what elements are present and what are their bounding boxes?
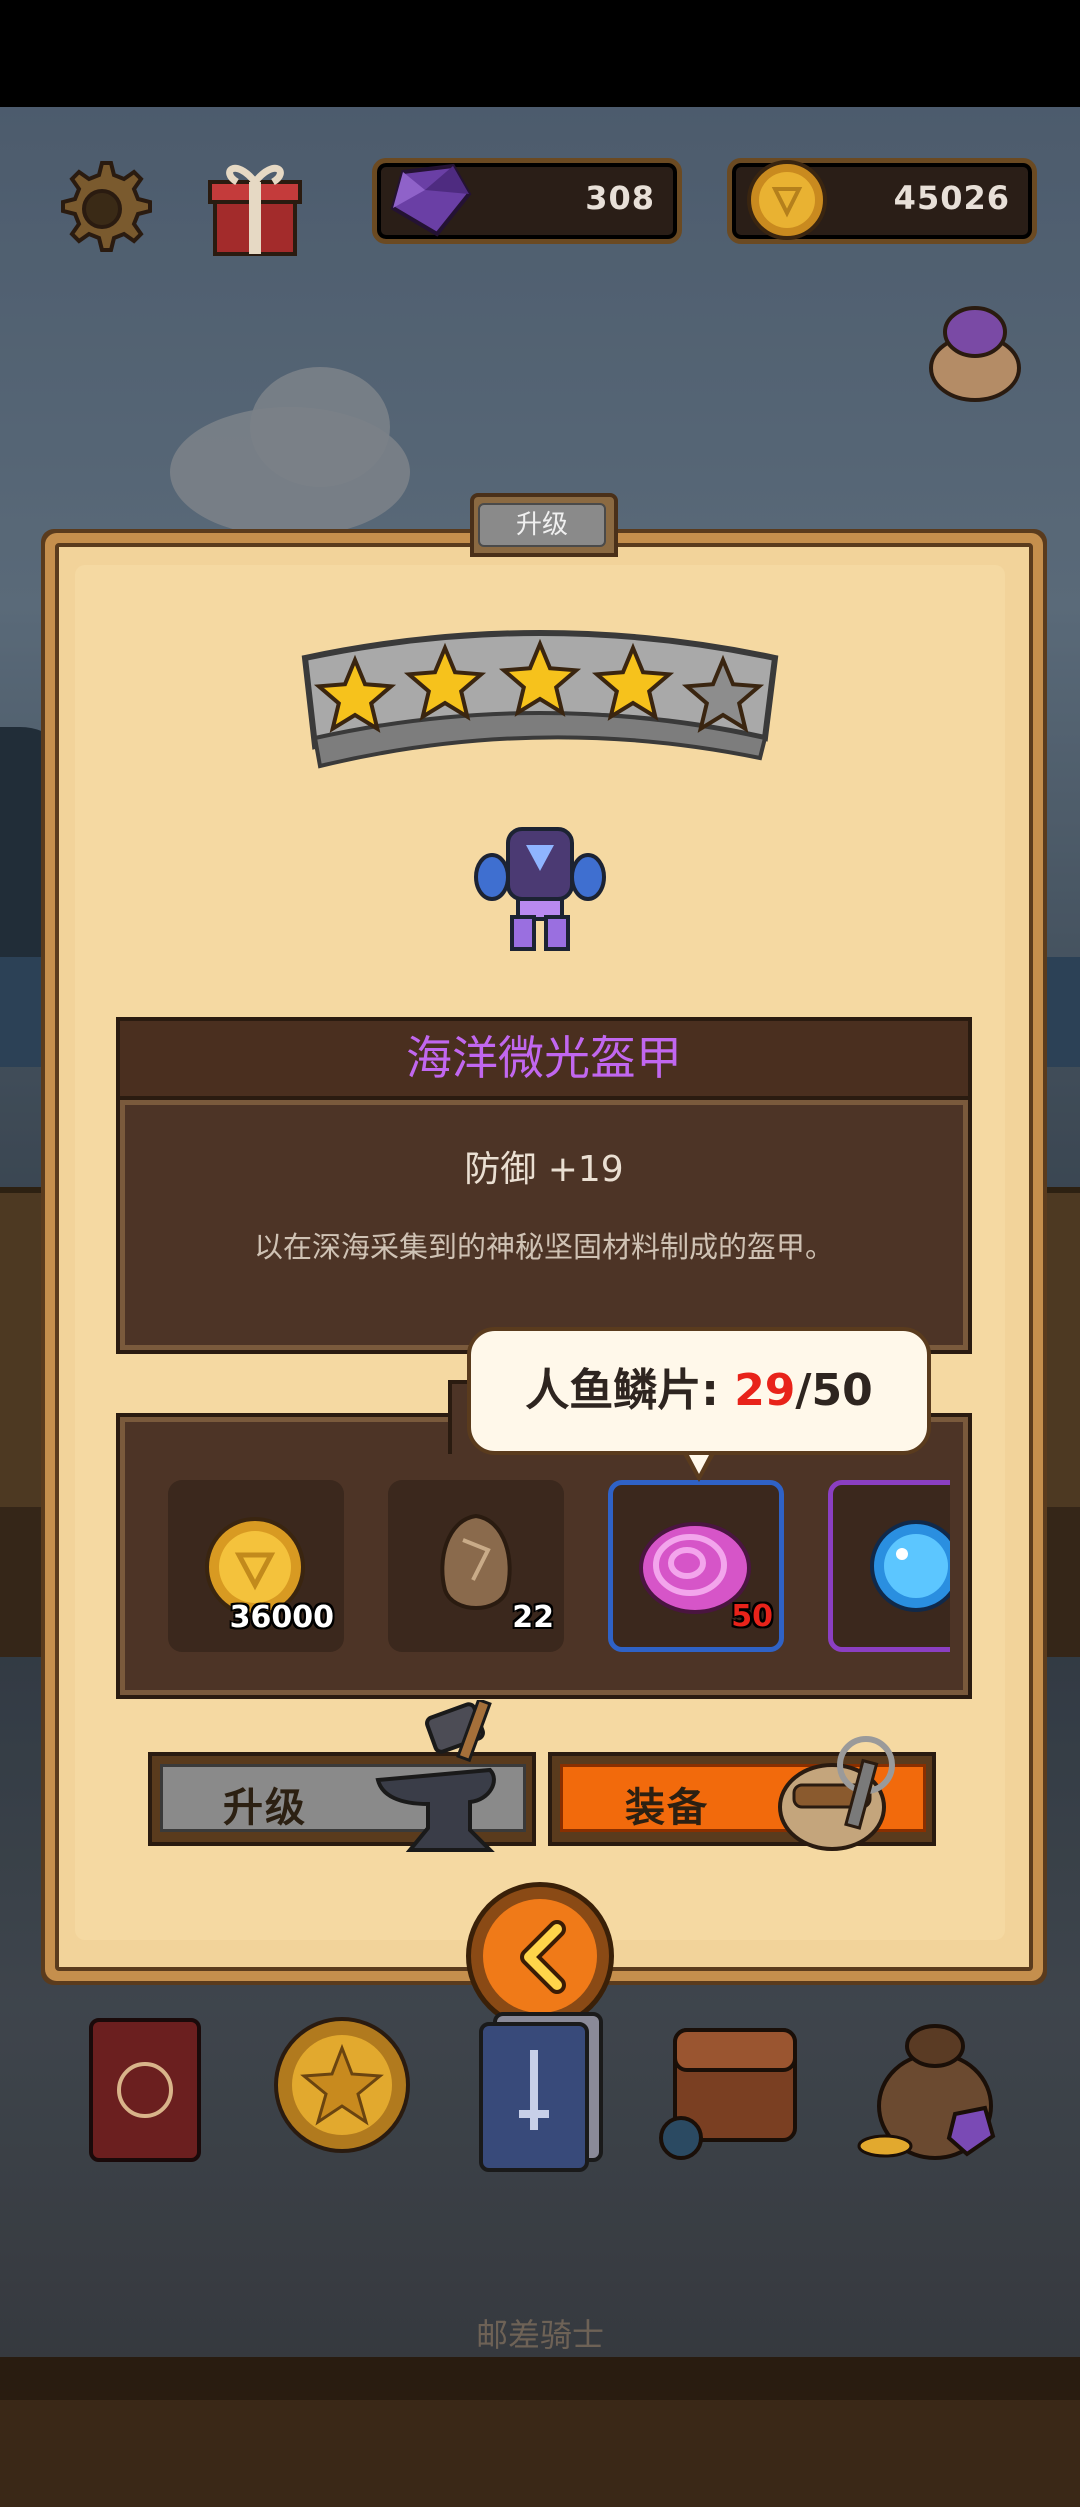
item-description: 以在深海采集到的神秘坚固材料制成的盔甲。 (253, 1230, 834, 1264)
tooltip-have: 29 (734, 1365, 796, 1416)
item-stat: 防御 +19 (464, 1149, 624, 1190)
nav-cards[interactable] (475, 2010, 610, 2175)
gem-icon (385, 160, 475, 240)
material-count: 50 (731, 1599, 773, 1634)
star-rating (295, 628, 785, 778)
nav-book[interactable] (85, 2010, 210, 2170)
backpack-icon (659, 2028, 797, 2160)
pouch-icon (770, 1725, 910, 1855)
gift-box-icon (208, 164, 302, 256)
material-slot[interactable] (828, 1480, 950, 1652)
material-slot-selected[interactable]: 50 (608, 1480, 784, 1652)
footer-title: 邮差骑士 (475, 2316, 604, 2354)
gem-pouch-button[interactable] (920, 298, 1030, 403)
material-slot[interactable]: 36000 (168, 1480, 344, 1652)
equip-button-label: 装备 (625, 1785, 709, 1831)
upgrade-button-label: 升级 (223, 1785, 307, 1831)
panel-tab-label: 升级 (478, 503, 606, 547)
material-count: 22 (512, 1600, 554, 1635)
ocean-armor-icon (470, 815, 610, 955)
gem-pouch-icon (929, 306, 1021, 402)
blue-orb-icon (870, 1520, 950, 1612)
material-slot[interactable]: 22 (388, 1480, 564, 1652)
settings-button[interactable] (48, 155, 156, 263)
anvil-icon (370, 1697, 520, 1865)
loot-bag-icon (857, 2024, 996, 2160)
tooltip-need: 50 (811, 1365, 873, 1416)
nav-backpack[interactable] (655, 2010, 825, 2170)
cards-icon (479, 2012, 603, 2172)
tooltip-sep: / (795, 1365, 812, 1416)
chevron-left-icon (520, 1920, 566, 1994)
back-button[interactable] (466, 1882, 614, 2030)
tooltip-label: 人鱼鳞片: (525, 1365, 735, 1416)
coin-count: 45026 (893, 179, 1010, 217)
item-name: 海洋微光盔甲 (406, 1031, 682, 1085)
material-tooltip-text: 人鱼鳞片: 29/50 (467, 1327, 931, 1455)
nav-loot-bag[interactable] (855, 2010, 1005, 2170)
gift-button[interactable] (205, 152, 305, 262)
coin-icon (745, 157, 835, 243)
material-count: 36000 (229, 1600, 334, 1635)
star-coin-icon (274, 2017, 410, 2153)
gem-count: 308 (585, 179, 655, 217)
nav-star-coin[interactable] (270, 2010, 415, 2160)
book-icon (89, 2018, 201, 2162)
gear-icon (61, 161, 152, 252)
